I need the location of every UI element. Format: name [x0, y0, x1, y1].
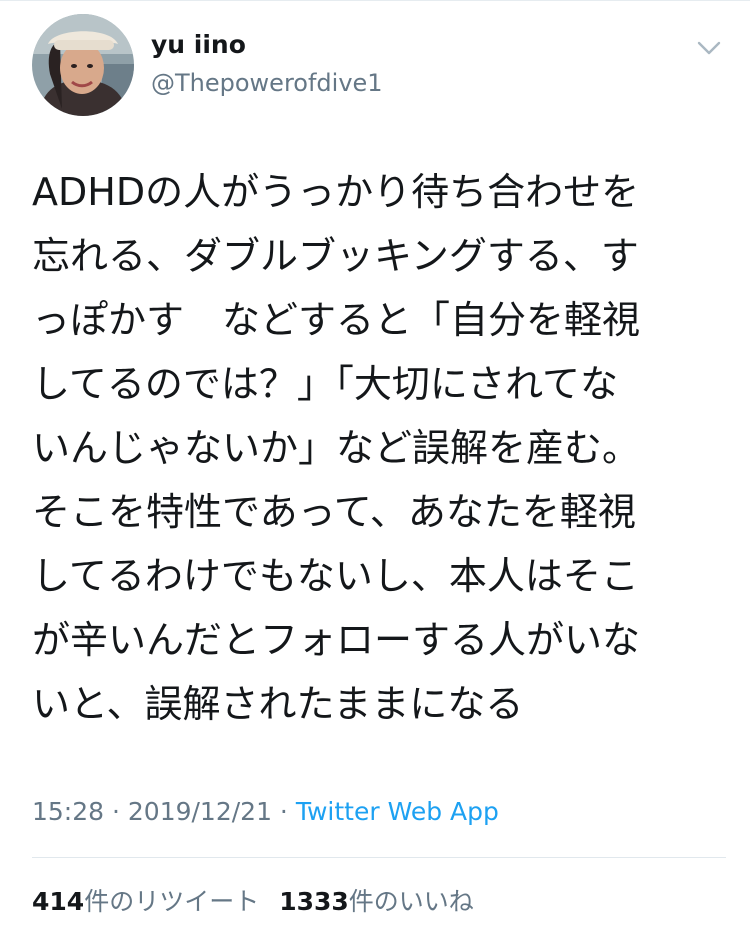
likes-label: 件のいいね — [348, 887, 474, 916]
avatar[interactable] — [32, 14, 134, 116]
tweet-line: が辛いんだとフォローする人がいな — [32, 618, 641, 662]
tweet-line: いと、誤解されたままになる — [32, 682, 524, 726]
likes-count: 1333 — [279, 887, 349, 916]
tweet-stats: 414件のリツイート 1333件のいいね — [32, 884, 474, 920]
tweet-date[interactable]: 2019/12/21 — [128, 797, 272, 826]
user-display-name[interactable]: yu iino — [151, 28, 246, 62]
chevron-down-icon[interactable] — [694, 36, 724, 60]
tweet-line: っぽかす などすると「自分を軽視 — [32, 298, 641, 342]
tweet-line: してるわけでもないし、本人はそこ — [32, 554, 639, 598]
tweet-source-link[interactable]: Twitter Web App — [296, 797, 499, 826]
likes-stat[interactable]: 1333件のいいね — [279, 887, 474, 916]
meta-separator: · — [271, 797, 296, 826]
top-border — [0, 0, 750, 1]
divider — [32, 857, 726, 858]
user-handle[interactable]: @Thepowerofdive1 — [151, 66, 383, 100]
meta-separator: · — [104, 797, 128, 826]
tweet-text: ADHDの人がうっかり待ち合わせを 忘れる、ダブルブッキングする、す っぽかす … — [32, 160, 722, 736]
tweet-line: ADHDの人がうっかり待ち合わせを — [32, 170, 640, 214]
tweet-line: してるのでは？」「大切にされてな — [32, 362, 618, 406]
retweets-count: 414 — [32, 887, 85, 916]
tweet-line: そこを特性であって、あなたを軽視 — [32, 490, 636, 534]
tweet-line: 忘れる、ダブルブッキングする、す — [32, 234, 639, 278]
retweets-label: 件のリツイート — [84, 887, 260, 916]
avatar-photo — [32, 14, 134, 116]
tweet-time[interactable]: 15:28 — [32, 797, 104, 826]
retweets-stat[interactable]: 414件のリツイート — [32, 887, 259, 916]
tweet-line: いんじゃないか」など誤解を産む。 — [32, 426, 641, 470]
tweet-metadata: 15:28 · 2019/12/21 · Twitter Web App — [32, 795, 499, 829]
